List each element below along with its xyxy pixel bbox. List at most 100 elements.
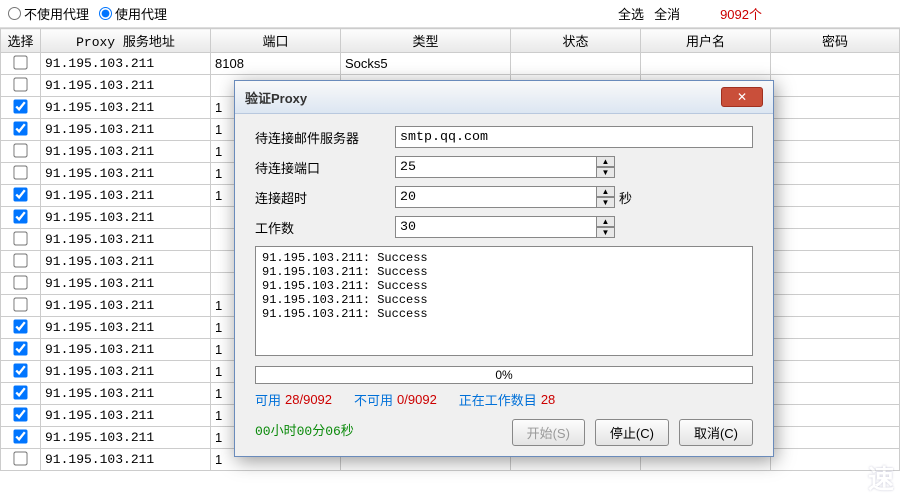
cell-address: 91.195.103.211 xyxy=(41,383,211,405)
start-button[interactable]: 开始(S) xyxy=(512,419,585,446)
table-row[interactable]: 91.195.103.2118108Socks5 xyxy=(1,53,900,75)
cell-port: 8108 xyxy=(211,53,341,75)
row-checkbox[interactable] xyxy=(13,429,27,443)
cell-address: 91.195.103.211 xyxy=(41,141,211,163)
cell-address: 91.195.103.211 xyxy=(41,119,211,141)
cell-address: 91.195.103.211 xyxy=(41,185,211,207)
server-label: 待连接邮件服务器 xyxy=(255,128,395,147)
cell-type: Socks5 xyxy=(341,53,511,75)
cell-password xyxy=(771,251,900,273)
total-count: 9092个 xyxy=(720,4,762,23)
available-label: 可用 xyxy=(255,390,281,409)
row-checkbox[interactable] xyxy=(13,55,27,69)
cell-address: 91.195.103.211 xyxy=(41,97,211,119)
cell-password xyxy=(771,317,900,339)
col-status[interactable]: 状态 xyxy=(511,29,641,53)
cell-password xyxy=(771,427,900,449)
spin-up-icon[interactable]: ▲ xyxy=(597,216,615,227)
cell-address: 91.195.103.211 xyxy=(41,339,211,361)
row-checkbox[interactable] xyxy=(13,407,27,421)
elapsed-timer: 00小时00分06秒 xyxy=(255,420,354,439)
row-checkbox[interactable] xyxy=(13,99,27,113)
cell-password xyxy=(771,405,900,427)
cell-status xyxy=(511,53,641,75)
workers-input[interactable] xyxy=(395,216,597,238)
row-checkbox[interactable] xyxy=(13,363,27,377)
col-port[interactable]: 端口 xyxy=(211,29,341,53)
unavailable-value: 0/9092 xyxy=(397,392,437,407)
spin-down-icon[interactable]: ▼ xyxy=(597,167,615,178)
cell-address: 91.195.103.211 xyxy=(41,405,211,427)
cell-address: 91.195.103.211 xyxy=(41,75,211,97)
watermark: 速 xyxy=(868,459,894,496)
deselect-all-link[interactable]: 全消 xyxy=(654,4,680,23)
cell-user xyxy=(641,53,771,75)
server-input[interactable] xyxy=(395,126,753,148)
verify-proxy-dialog: 验证Proxy ✕ 待连接邮件服务器 待连接端口 ▲▼ 连接超时 ▲▼ 秒 工作… xyxy=(234,80,774,457)
cell-password xyxy=(771,207,900,229)
working-label: 正在工作数目 xyxy=(459,390,537,409)
cell-address: 91.195.103.211 xyxy=(41,207,211,229)
radio-no-proxy[interactable]: 不使用代理 xyxy=(8,4,89,23)
row-checkbox[interactable] xyxy=(13,385,27,399)
row-checkbox[interactable] xyxy=(13,451,27,465)
spin-down-icon[interactable]: ▼ xyxy=(597,227,615,238)
cell-password xyxy=(771,185,900,207)
cell-address: 91.195.103.211 xyxy=(41,273,211,295)
row-checkbox[interactable] xyxy=(13,341,27,355)
radio-no-proxy-label: 不使用代理 xyxy=(24,4,89,23)
row-checkbox[interactable] xyxy=(13,165,27,179)
row-checkbox[interactable] xyxy=(13,319,27,333)
port-label: 待连接端口 xyxy=(255,158,395,177)
row-checkbox[interactable] xyxy=(13,297,27,311)
cell-address: 91.195.103.211 xyxy=(41,317,211,339)
cell-password xyxy=(771,361,900,383)
cell-password xyxy=(771,383,900,405)
col-user[interactable]: 用户名 xyxy=(641,29,771,53)
stop-button[interactable]: 停止(C) xyxy=(595,419,669,446)
cell-password xyxy=(771,97,900,119)
cell-address: 91.195.103.211 xyxy=(41,427,211,449)
cell-address: 91.195.103.211 xyxy=(41,449,211,471)
col-type[interactable]: 类型 xyxy=(341,29,511,53)
row-checkbox[interactable] xyxy=(13,209,27,223)
close-icon[interactable]: ✕ xyxy=(721,87,763,107)
workers-label: 工作数 xyxy=(255,218,395,237)
cell-address: 91.195.103.211 xyxy=(41,163,211,185)
row-checkbox[interactable] xyxy=(13,275,27,289)
spin-up-icon[interactable]: ▲ xyxy=(597,186,615,197)
cancel-button[interactable]: 取消(C) xyxy=(679,419,753,446)
radio-use-proxy[interactable]: 使用代理 xyxy=(99,4,167,23)
cell-password xyxy=(771,163,900,185)
row-checkbox[interactable] xyxy=(13,253,27,267)
dialog-title: 验证Proxy xyxy=(245,88,307,107)
cell-address: 91.195.103.211 xyxy=(41,53,211,75)
cell-password xyxy=(771,229,900,251)
row-checkbox[interactable] xyxy=(13,77,27,91)
timeout-label: 连接超时 xyxy=(255,188,395,207)
port-input[interactable] xyxy=(395,156,597,178)
available-value: 28/9092 xyxy=(285,392,332,407)
cell-address: 91.195.103.211 xyxy=(41,361,211,383)
cell-password xyxy=(771,141,900,163)
working-value: 28 xyxy=(541,392,555,407)
col-address[interactable]: Proxy 服务地址 xyxy=(41,29,211,53)
radio-use-proxy-label: 使用代理 xyxy=(115,4,167,23)
row-checkbox[interactable] xyxy=(13,143,27,157)
timeout-input[interactable] xyxy=(395,186,597,208)
cell-password xyxy=(771,273,900,295)
row-checkbox[interactable] xyxy=(13,187,27,201)
cell-password xyxy=(771,75,900,97)
select-all-link[interactable]: 全选 xyxy=(618,4,644,23)
unavailable-label: 不可用 xyxy=(354,390,393,409)
progress-bar: 0% xyxy=(255,366,753,384)
spin-down-icon[interactable]: ▼ xyxy=(597,197,615,208)
spin-up-icon[interactable]: ▲ xyxy=(597,156,615,167)
cell-password xyxy=(771,119,900,141)
col-password[interactable]: 密码 xyxy=(771,29,900,53)
timeout-unit: 秒 xyxy=(619,188,632,207)
col-select[interactable]: 选择 xyxy=(1,29,41,53)
log-output[interactable]: 91.195.103.211: Success 91.195.103.211: … xyxy=(255,246,753,356)
row-checkbox[interactable] xyxy=(13,231,27,245)
row-checkbox[interactable] xyxy=(13,121,27,135)
